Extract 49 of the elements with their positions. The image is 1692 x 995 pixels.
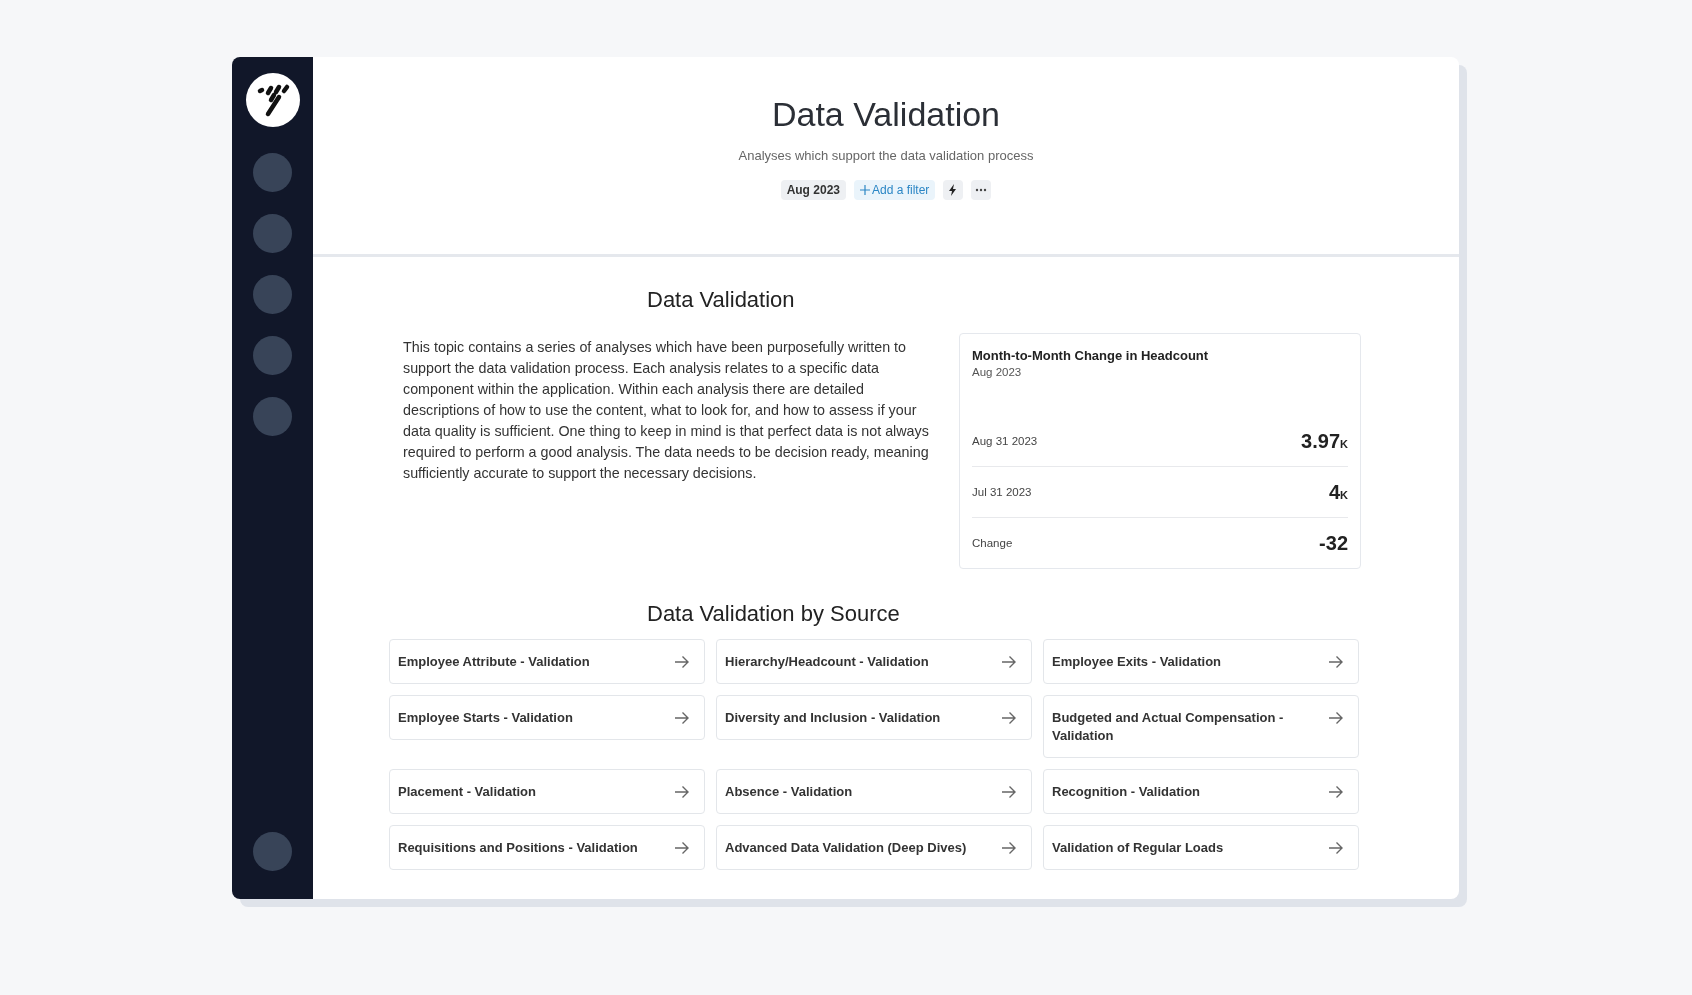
add-filter-button[interactable]: Add a filter: [854, 180, 936, 200]
arrow-right-icon: [1328, 711, 1344, 725]
more-icon[interactable]: [971, 180, 992, 200]
metric-label: Jul 31 2023: [972, 486, 1032, 498]
metric-value: 3.97K: [1301, 429, 1348, 453]
arrow-right-icon: [1328, 655, 1344, 669]
arrow-right-icon: [1001, 655, 1017, 669]
arrow-right-icon: [1001, 841, 1017, 855]
section-title: Data Validation: [646, 287, 796, 313]
nav-icon[interactable]: [253, 397, 292, 436]
arrow-right-icon: [674, 841, 690, 855]
nav-icon[interactable]: [253, 214, 292, 253]
arrow-right-icon: [674, 711, 690, 725]
arrow-right-icon: [674, 785, 690, 799]
analysis-link[interactable]: Diversity and Inclusion - Validation: [716, 695, 1032, 740]
analysis-link[interactable]: Employee Starts - Validation: [389, 695, 705, 740]
arrow-right-icon: [1328, 785, 1344, 799]
metric-value: -32: [1319, 531, 1348, 555]
arrow-right-icon: [1001, 711, 1017, 725]
metric-label: Change: [972, 537, 1013, 549]
nav-icon[interactable]: [253, 153, 292, 192]
plus-icon: [860, 185, 870, 195]
logo-icon[interactable]: [245, 73, 300, 127]
description-paragraph: This topic contains a series of analyses which have been purposefully written to support the data validation process. Each analysis relates to a specific data component within the application. Within each analysis there are detailed descriptions of how to use the content, what to look for, and how to assess if your data quality is sufficient. One thing to keep in mind is that perfect data is not always required to perform a good analysis. The data needs to be decision ready, meaning sufficiently accurate to support the necessary decisions.: [402, 338, 929, 483]
analysis-link[interactable]: Placement - Validation: [389, 769, 705, 814]
arrow-right-icon: [1001, 785, 1017, 799]
section-title: Data Validation by Source: [646, 601, 901, 627]
analysis-link[interactable]: Absence - Validation: [716, 769, 1032, 814]
nav-icon[interactable]: [253, 336, 292, 375]
period-filter[interactable]: Aug 2023: [780, 180, 846, 200]
metric-label: Aug 31 2023: [972, 435, 1038, 447]
analysis-link[interactable]: Budgeted and Actual Compensation - Validation: [1043, 695, 1359, 758]
arrow-right-icon: [674, 655, 690, 669]
user-avatar[interactable]: [253, 832, 292, 871]
card-period: Aug 2023: [972, 366, 1023, 378]
metric-value: 4K: [1328, 480, 1348, 504]
analysis-link[interactable]: Requisitions and Positions - Validation: [389, 825, 705, 870]
analysis-link[interactable]: Recognition - Validation: [1043, 769, 1359, 814]
analysis-link[interactable]: Hierarchy/Headcount - Validation: [716, 639, 1032, 684]
analysis-link[interactable]: Advanced Data Validation (Deep Dives): [716, 825, 1032, 870]
arrow-right-icon: [1328, 841, 1344, 855]
card-title: Month-to-Month Change in Headcount: [972, 348, 1210, 363]
page-subtitle: Analyses which support the data validation process: [738, 148, 1034, 163]
analysis-link[interactable]: Validation of Regular Loads: [1043, 825, 1359, 870]
analysis-link[interactable]: Employee Attribute - Validation: [389, 639, 705, 684]
analysis-link[interactable]: Employee Exits - Validation: [1043, 639, 1359, 684]
lightning-icon[interactable]: [943, 180, 964, 200]
page-title: Data Validation: [771, 95, 1001, 134]
nav-icon[interactable]: [253, 275, 292, 314]
